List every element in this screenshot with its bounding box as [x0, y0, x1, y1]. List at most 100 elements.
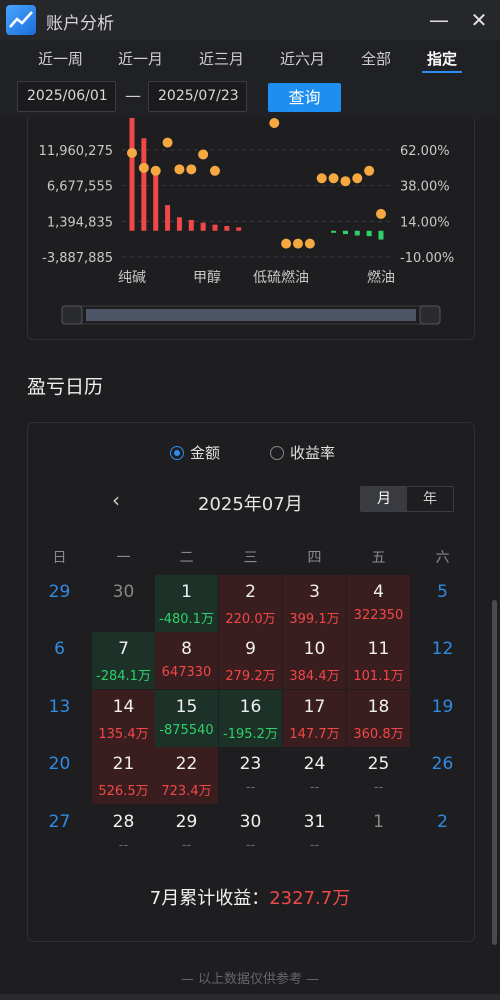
radio-rate-label: 收益率	[290, 444, 336, 462]
section-title-pnl-calendar: 盈亏日历	[27, 376, 104, 398]
calendar-day-cell[interactable]: 25 --	[347, 747, 410, 804]
calendar-day-number: 16	[239, 697, 262, 717]
pnl-bar	[378, 230, 384, 240]
pnl-bar	[366, 230, 372, 237]
calendar-day-number: 30	[112, 582, 135, 602]
calendar-day-cell[interactable]: 10 384.4万	[283, 632, 346, 689]
calendar-day-number: 29	[175, 812, 198, 832]
calendar-day-pnl: -284.1万	[96, 669, 151, 684]
pnl-bar	[236, 227, 242, 231]
right-axis-tick-label: 62.00%	[400, 144, 450, 159]
calendar-day-pnl: 360.8万	[353, 727, 404, 742]
calendar-day-cell[interactable]: 4 322350	[347, 575, 410, 632]
calendar-day-number: 2	[245, 582, 256, 602]
calendar-day-cell[interactable]: 28 --	[92, 805, 155, 862]
calendar-day-number: 11	[367, 639, 390, 659]
calendar-day-cell[interactable]: 3 399.1万	[283, 575, 346, 632]
return-rate-point	[127, 147, 137, 158]
weekday-label: 三	[243, 550, 258, 566]
calendar-day-number: 14	[112, 697, 135, 717]
return-rate-point	[150, 165, 161, 176]
pnl-by-product-chart: 11,960,275 6,677,555 1,394,835 -3,887,885 62…	[39, 118, 454, 325]
calendar-day-cell[interactable]: 7 -284.1万	[92, 632, 155, 689]
calendar-day-number: 23	[239, 754, 262, 774]
calendar-day-number: 29	[48, 582, 71, 602]
calendar-day-number: 20	[48, 754, 71, 774]
calendar-day-cell[interactable]: 9 279.2万	[219, 632, 282, 689]
calendar-day-number: 1	[181, 582, 192, 602]
calendar-day-number: 5	[437, 582, 448, 602]
calendar-day-cell[interactable]: 29	[28, 575, 91, 632]
calendar-day-number: 12	[431, 639, 454, 659]
return-rate-point	[352, 173, 363, 184]
calendar-day-pnl: --	[245, 838, 256, 853]
weekday-label: 日	[52, 550, 67, 566]
left-axis-tick-label: 1,394,835	[47, 215, 113, 230]
radio-rate[interactable]: 收益率	[270, 442, 335, 463]
calendar-day-cell[interactable]: 2 220.0万	[219, 575, 282, 632]
calendar-day-number: 10	[303, 639, 326, 659]
right-axis-tick-label: 14.00%	[400, 215, 450, 230]
calendar-day-cell[interactable]: 31 --	[283, 805, 346, 862]
x-axis-category-label: 纯碱	[118, 270, 146, 286]
calendar-day-cell[interactable]: 12	[411, 632, 474, 689]
calendar-day-cell[interactable]: 30 --	[219, 805, 282, 862]
zoom-right-handle[interactable]	[419, 305, 441, 325]
weekday-label: 二	[179, 550, 194, 566]
calendar-day-number: 8	[181, 639, 192, 659]
vertical-scrollbar[interactable]	[492, 600, 497, 945]
calendar-day-pnl: 147.7万	[289, 727, 340, 742]
x-axis-category-label: 低硫燃油	[253, 269, 309, 286]
calendar-day-number: 25	[367, 754, 390, 774]
calendar-day-cell[interactable]: 24 --	[283, 747, 346, 804]
return-rate-point	[293, 238, 303, 249]
radio-amount[interactable]: 金额	[170, 442, 220, 463]
return-rate-point	[269, 118, 280, 128]
prev-month-chevron-left-icon[interactable]: ‹	[112, 488, 120, 512]
calendar-day-pnl: 279.2万	[225, 669, 276, 684]
calendar-day-number: 30	[239, 812, 262, 832]
calendar-day-cell[interactable]: 22 723.4万	[155, 747, 218, 804]
calendar-day-cell[interactable]: 13	[28, 690, 91, 747]
calendar-day-pnl: -195.2万	[223, 727, 278, 742]
calendar-day-cell[interactable]: 18 360.8万	[347, 690, 410, 747]
calendar-day-cell[interactable]: 23 --	[219, 747, 282, 804]
view-month-button[interactable]: 月	[361, 487, 407, 511]
view-year-button[interactable]: 年	[407, 487, 453, 511]
x-axis-category-label: 燃油	[367, 269, 395, 286]
calendar-day-cell[interactable]: 1	[347, 805, 410, 862]
weekday-label: 五	[371, 550, 386, 566]
calendar-day-cell[interactable]: 8 647330	[155, 632, 218, 689]
calendar-day-cell[interactable]: 16 -195.2万	[219, 690, 282, 747]
calendar-day-pnl: 220.0万	[225, 612, 276, 627]
weekday-label: 一	[116, 550, 131, 566]
return-rate-point	[316, 173, 327, 184]
pnl-bar	[354, 230, 360, 236]
calendar-day-number: 3	[309, 582, 320, 602]
return-rate-point	[210, 165, 220, 176]
calendar-day-cell[interactable]: 15 -875540	[155, 690, 218, 747]
calendar-month-title: 2025年07月	[198, 494, 303, 515]
calendar-day-cell[interactable]: 29 --	[155, 805, 218, 862]
calendar-day-cell[interactable]: 11 101.1万	[347, 632, 410, 689]
right-axis-tick-label: 38.00%	[400, 180, 450, 195]
calendar-day-cell[interactable]: 5	[411, 575, 474, 632]
calendar-day-cell[interactable]: 19	[411, 690, 474, 747]
calendar-view-toggle: 月 年	[360, 486, 454, 512]
return-rate-point	[364, 165, 375, 176]
calendar-day-cell[interactable]: 21 526.5万	[92, 747, 155, 804]
calendar-day-cell[interactable]: 17 147.7万	[283, 690, 346, 747]
calendar-day-cell[interactable]: 20	[28, 747, 91, 804]
calendar-day-cell[interactable]: 27	[28, 805, 91, 862]
calendar-day-cell[interactable]: 30	[92, 575, 155, 632]
calendar-day-cell[interactable]: 2	[411, 805, 474, 862]
calendar-day-cell[interactable]: 1 -480.1万	[155, 575, 218, 632]
weekday-label: 四	[307, 550, 322, 566]
calendar-day-pnl: --	[309, 838, 320, 853]
calendar-day-cell[interactable]: 6	[28, 632, 91, 689]
calendar-day-cell[interactable]: 26	[411, 747, 474, 804]
calendar-day-pnl: 723.4万	[161, 784, 212, 799]
zoom-left-handle[interactable]	[61, 305, 83, 325]
calendar-day-cell[interactable]: 14 135.4万	[92, 690, 155, 747]
pnl-bar	[224, 226, 230, 231]
